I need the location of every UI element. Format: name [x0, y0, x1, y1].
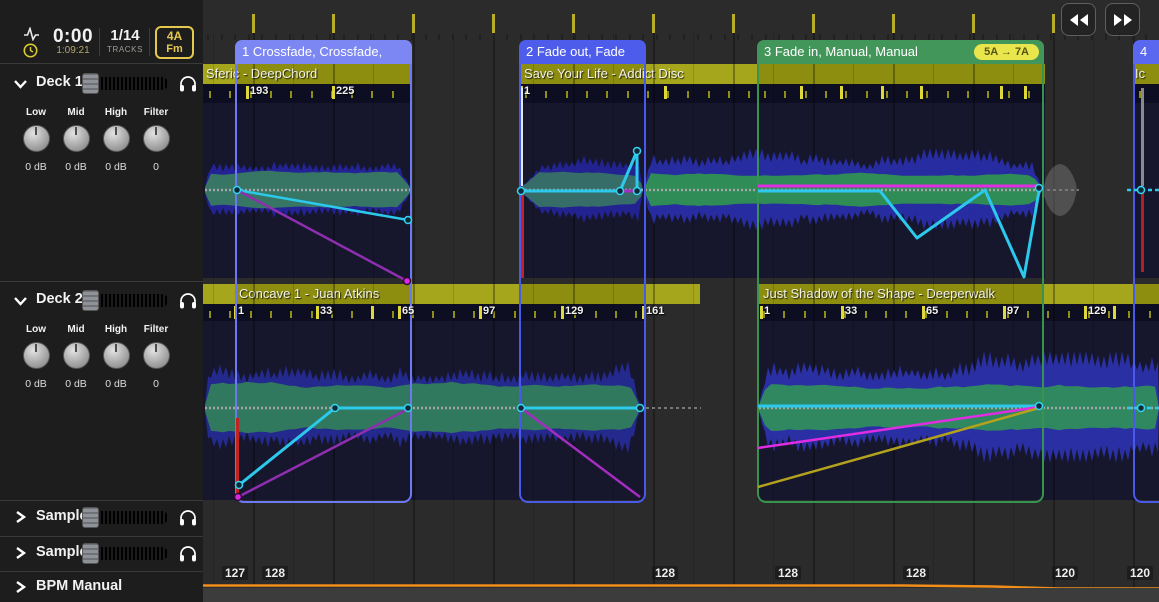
- filter-knob[interactable]: [143, 125, 170, 152]
- automation-point[interactable]: [1138, 187, 1145, 194]
- chevron-right-icon[interactable]: [13, 581, 28, 593]
- automation-point[interactable]: [634, 148, 641, 155]
- skip-back-button[interactable]: [1061, 3, 1096, 36]
- automation-point[interactable]: [404, 278, 411, 285]
- high-knob[interactable]: [103, 342, 130, 369]
- automation-layer: [203, 0, 1159, 602]
- knob-label: Filter: [136, 107, 176, 118]
- sample2-volume-handle[interactable]: [82, 543, 99, 564]
- automation-point[interactable]: [1036, 185, 1043, 192]
- automation-line-olive[interactable]: [758, 408, 1039, 487]
- deck1-high-knob-cell: High 0 dB: [96, 107, 136, 173]
- knob-value: 0 dB: [56, 378, 96, 390]
- automation-line-purple1[interactable]: [238, 409, 408, 497]
- knob-label: Mid: [56, 107, 96, 118]
- automation-point[interactable]: [637, 405, 644, 412]
- filter-knob[interactable]: [143, 342, 170, 369]
- dj-studio-app: 0:00 1:09:21 1/14 TRACKS 4A Fm Deck 1 Lo…: [0, 0, 1159, 602]
- knob-value: 0 dB: [96, 161, 136, 173]
- deck1-mid-knob-cell: Mid 0 dB: [56, 107, 96, 173]
- knob-label: Mid: [56, 324, 96, 335]
- knob-value: 0: [136, 378, 176, 390]
- key-value: 4A: [157, 30, 192, 43]
- automation-line-cyan[interactable]: [521, 151, 637, 191]
- deck2-volume-handle[interactable]: [82, 290, 99, 311]
- total-time: 1:09:21: [44, 45, 102, 56]
- knob-label: Filter: [136, 324, 176, 335]
- chevron-down-icon[interactable]: [13, 295, 28, 307]
- sample1-volume-slider[interactable]: [85, 511, 168, 524]
- deck2-low-knob-cell: Low 0 dB: [16, 324, 56, 390]
- low-knob[interactable]: [23, 125, 50, 152]
- sidebar: 0:00 1:09:21 1/14 TRACKS 4A Fm Deck 1 Lo…: [0, 0, 203, 602]
- automation-point[interactable]: [405, 405, 412, 412]
- automation-point[interactable]: [1138, 405, 1145, 412]
- automation-point[interactable]: [1036, 403, 1043, 410]
- automation-point[interactable]: [405, 217, 412, 224]
- automation-line-purple2[interactable]: [521, 408, 640, 497]
- chevron-right-icon[interactable]: [13, 547, 28, 559]
- fast-forward-icon: [1113, 13, 1133, 27]
- automation-point[interactable]: [234, 187, 241, 194]
- knob-value: 0 dB: [16, 378, 56, 390]
- knob-label: Low: [16, 324, 56, 335]
- sample1-headphones-icon[interactable]: [178, 508, 198, 526]
- knob-label: Low: [16, 107, 56, 118]
- track-position: 1/14: [103, 27, 147, 44]
- knob-label: High: [96, 324, 136, 335]
- deck1-volume-handle[interactable]: [82, 73, 99, 94]
- deck2-high-knob-cell: High 0 dB: [96, 324, 136, 390]
- automation-point[interactable]: [617, 188, 624, 195]
- deck1-filter-knob-cell: Filter 0: [136, 107, 176, 173]
- deck2-mid-knob-cell: Mid 0 dB: [56, 324, 96, 390]
- bpm-mode-label: BPM Manual: [36, 578, 122, 594]
- automation-point[interactable]: [235, 494, 242, 501]
- knob-label: High: [96, 107, 136, 118]
- knob-value: 0 dB: [96, 378, 136, 390]
- clock-icon: [23, 43, 38, 58]
- rewind-icon: [1069, 13, 1089, 27]
- automation-point[interactable]: [634, 188, 641, 195]
- timeline-footer-strip: [203, 588, 1159, 602]
- deck2-headphones-icon[interactable]: [178, 291, 198, 309]
- automation-point[interactable]: [518, 405, 525, 412]
- deck2-label: Deck 2: [36, 291, 83, 307]
- deck1-headphones-icon[interactable]: [178, 74, 198, 92]
- knob-value: 0 dB: [16, 161, 56, 173]
- deck1-low-knob-cell: Low 0 dB: [16, 107, 56, 173]
- automation-point[interactable]: [332, 405, 339, 412]
- timeline[interactable]: Sferic - DeepChordSave Your Life - Addic…: [203, 0, 1159, 602]
- automation-point[interactable]: [236, 482, 243, 489]
- deck2-eq-knobs: Low 0 dB Mid 0 dB High 0 dB Filter 0: [16, 324, 186, 390]
- sample2-headphones-icon[interactable]: [178, 544, 198, 562]
- sample1-volume-handle[interactable]: [82, 507, 99, 528]
- automation-line-cyan[interactable]: [239, 408, 408, 485]
- chevron-down-icon[interactable]: [13, 78, 28, 90]
- deck1-volume-slider[interactable]: [85, 77, 168, 90]
- knob-value: 0: [136, 161, 176, 173]
- automation-line-cyan[interactable]: [758, 190, 1039, 277]
- mid-knob[interactable]: [63, 342, 90, 369]
- deck2-filter-knob-cell: Filter 0: [136, 324, 176, 390]
- mid-knob[interactable]: [63, 125, 90, 152]
- sample2-volume-slider[interactable]: [85, 547, 168, 560]
- high-knob[interactable]: [103, 125, 130, 152]
- key-badge[interactable]: 4A Fm: [155, 26, 194, 59]
- chevron-right-icon[interactable]: [13, 511, 28, 523]
- waveform-pulse-icon: [23, 27, 40, 41]
- tracks-label: TRACKS: [101, 45, 149, 54]
- low-knob[interactable]: [23, 342, 50, 369]
- deck1-eq-knobs: Low 0 dB Mid 0 dB High 0 dB Filter 0: [16, 107, 186, 173]
- knob-value: 0 dB: [56, 161, 96, 173]
- automation-line-magenta3[interactable]: [758, 407, 1039, 448]
- deck2-volume-slider[interactable]: [85, 294, 168, 307]
- deck1-label: Deck 1: [36, 74, 83, 90]
- automation-point[interactable]: [518, 188, 525, 195]
- scale-value: Fm: [157, 43, 192, 55]
- skip-forward-button[interactable]: [1105, 3, 1140, 36]
